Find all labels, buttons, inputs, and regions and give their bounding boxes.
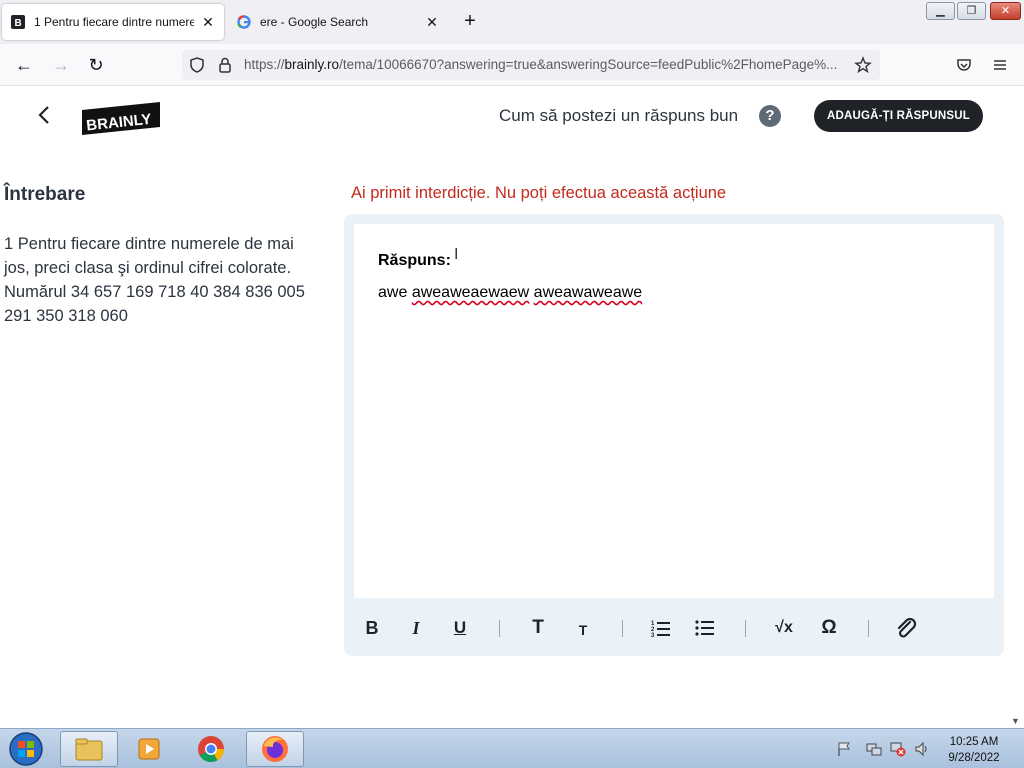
help-icon[interactable]: ? [759,105,781,127]
numbered-list-icon[interactable]: 123 [647,614,675,642]
editor-toolbar: B I U T T 123 √x Ω [354,606,994,650]
scroll-down-icon[interactable]: ▼ [1011,716,1020,726]
tracking-shield-icon[interactable] [188,56,206,74]
new-tab-button[interactable]: + [458,10,482,34]
bullet-list-icon[interactable] [691,614,719,642]
google-favicon-icon [236,14,252,30]
question-text: 1 Pentru fiecare dintre numerele de mai … [4,235,305,325]
clock-time: 10:25 AM [949,736,999,748]
firefox-taskbar-icon[interactable] [246,731,304,767]
question-heading: Întrebare [4,184,86,205]
svg-text:B: B [15,18,22,29]
clock-date: 9/28/2022 [948,752,1000,764]
add-answer-button[interactable]: ADAUGĂ-ȚI RĂSPUNSUL [814,100,983,132]
tab-brainly[interactable]: B 1 Pentru fiecare dintre numerele de ✕ [2,4,224,40]
forward-icon[interactable]: → [49,53,73,77]
brainly-favicon-icon: B [10,14,26,30]
toolbar-divider [868,620,869,637]
answer-editor-container: Răspuns: I awe aweaweaewaew aweawaweawe … [344,214,1004,656]
page-scrollbar[interactable]: ▼ [1007,86,1024,728]
svg-text:3: 3 [651,633,655,637]
url-path: /tema/10066670?answering=true&answeringS… [339,57,838,72]
volume-icon[interactable] [914,741,930,757]
answer-word-misspelled: aweawaweawe [533,284,643,301]
tab-title: ere - Google Search [260,15,369,29]
lock-icon[interactable] [216,56,234,74]
minimize-button[interactable]: ▁ [926,2,955,20]
answer-label: Răspuns: [378,252,451,269]
tab-google[interactable]: ere - Google Search ✕ [228,4,448,40]
bold-button[interactable]: B [358,614,386,642]
back-icon[interactable]: ← [12,53,36,77]
start-button[interactable] [6,731,46,767]
brainly-logo[interactable]: BRAINLY [80,102,162,135]
how-to-answer-link[interactable]: Cum să postezi un răspuns bun [499,106,738,126]
answer-word: awe [378,284,408,301]
window-close-button[interactable]: ✕ [990,2,1021,20]
answer-text[interactable]: awe aweaweaewaew aweawaweawe [378,284,642,302]
text-large-button[interactable]: T [524,614,552,642]
media-player-taskbar-icon[interactable] [120,731,178,767]
toolbar-divider [622,620,623,637]
pocket-icon[interactable] [955,56,973,74]
chrome-taskbar-icon[interactable] [182,731,240,767]
math-sqrt-button[interactable]: √x [770,614,798,642]
tab-close-icon[interactable]: ✕ [200,14,216,30]
url-bar[interactable]: https://brainly.ro/tema/10066670?answeri… [182,50,880,80]
special-characters-button[interactable]: Ω [815,614,843,642]
text-small-button[interactable]: T [569,614,597,642]
answer-word-misspelled: aweaweaewaew [411,284,530,301]
error-message: Ai primit interdicție. Nu poți efectua a… [351,184,727,202]
file-explorer-taskbar-icon[interactable] [60,731,118,767]
url-text: https://brainly.ro/tema/10066670?answeri… [244,57,848,72]
action-center-flag-icon[interactable] [836,741,852,757]
url-prefix: https:// [244,57,285,72]
site-header: BRAINLY Cum să postezi un răspuns bun ? … [0,86,1007,146]
network-icon[interactable] [866,741,882,757]
reload-icon[interactable]: ↻ [84,53,108,77]
restore-button[interactable]: ❐ [957,2,986,20]
back-chevron-icon[interactable] [36,103,52,127]
network-disconnected-icon[interactable] [890,741,906,757]
system-clock[interactable]: 10:25 AM 9/28/2022 [936,734,1012,766]
tab-bar: B 1 Pentru fiecare dintre numerele de ✕ … [0,0,1024,44]
url-domain: brainly.ro [284,57,340,72]
toolbar-divider [499,620,500,637]
navigation-bar: ← → ↻ https://brainly.ro/tema/10066670?a… [0,44,1024,86]
tab-title: 1 Pentru fiecare dintre numerele de [34,15,194,29]
underline-button[interactable]: U [446,614,474,642]
answer-editor[interactable]: Răspuns: I awe aweaweaewaew aweawaweawe [354,224,994,598]
attachment-icon[interactable] [893,614,921,642]
windows-taskbar: 10:25 AM 9/28/2022 [0,728,1024,768]
toolbar-divider [745,620,746,637]
page-content: BRAINLY Cum să postezi un răspuns bun ? … [0,86,1007,728]
italic-button[interactable]: I [402,614,430,642]
text-cursor-icon: I [454,246,459,263]
tab-close-icon[interactable]: ✕ [424,14,440,30]
menu-icon[interactable] [991,56,1009,74]
bookmark-star-icon[interactable] [854,56,872,74]
